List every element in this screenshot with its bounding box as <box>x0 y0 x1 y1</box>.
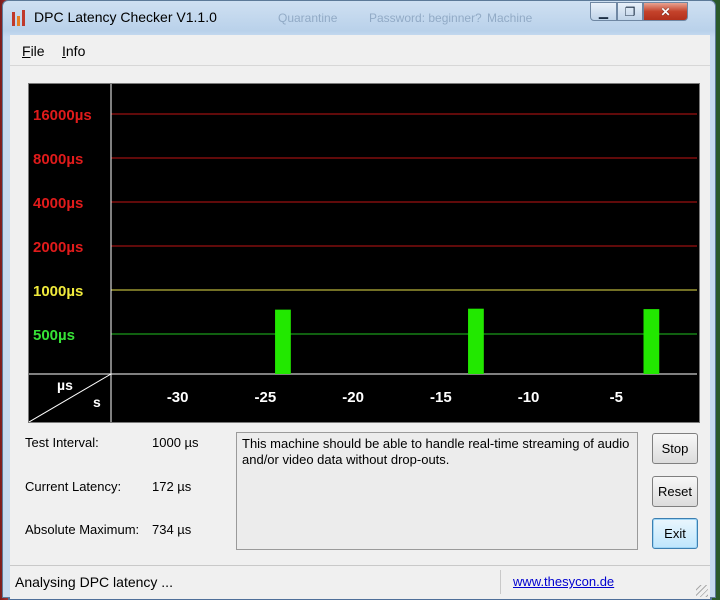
x-tick-label: -5 <box>610 389 623 406</box>
title-bar[interactable]: DPC Latency Checker V1.1.0 Quarantine Pa… <box>3 1 715 33</box>
x-tick-label: -10 <box>518 389 540 406</box>
latency-bar <box>643 309 660 374</box>
status-text: Analysing DPC latency ... <box>15 574 173 590</box>
y-tick-label: 2000µs <box>33 239 83 256</box>
app-window: DPC Latency Checker V1.1.0 Quarantine Pa… <box>2 0 716 599</box>
exit-button[interactable]: Exit <box>652 518 698 549</box>
x-unit-label: s <box>93 394 101 410</box>
latency-bar <box>275 309 291 374</box>
status-bar: Analysing DPC latency ... www.thesycon.d… <box>10 565 710 599</box>
minimize-button[interactable]: ▁ <box>590 2 617 21</box>
latency-chart-svg: 16000µs 8000µs 4000µs 2000µs 1000µs 500µs µs s -… <box>29 84 697 422</box>
y-tick-label: 1000µs <box>33 283 83 300</box>
maximize-icon: ❐ <box>624 4 636 19</box>
resize-grip[interactable] <box>696 585 708 597</box>
background-window-title: Machine <box>487 11 533 25</box>
background-window-title: Password: beginner? <box>369 11 482 25</box>
background-window-title: Quarantine <box>278 11 338 25</box>
test-interval-value: 1000 µs <box>152 435 199 450</box>
menu-bar: File Info <box>10 35 710 66</box>
window-title: DPC Latency Checker V1.1.0 <box>34 9 217 25</box>
bar-chart-app-icon <box>11 10 27 26</box>
current-latency-label: Current Latency: <box>25 479 122 494</box>
x-tick-label: -25 <box>255 389 277 406</box>
client-area: File Info 16000µs 8000µs 4000µs 2000µs 1000µ… <box>10 35 710 599</box>
maximize-button[interactable]: ❐ <box>617 2 643 21</box>
website-link[interactable]: www.thesycon.de <box>513 574 614 589</box>
close-button[interactable]: ✕ <box>643 2 688 21</box>
reset-button[interactable]: Reset <box>652 476 698 507</box>
close-icon: ✕ <box>660 4 671 19</box>
test-interval-label: Test Interval: <box>25 435 99 450</box>
y-tick-label: 16000µs <box>33 107 92 124</box>
y-unit-label: µs <box>57 377 73 393</box>
absolute-maximum-value: 734 µs <box>152 522 192 537</box>
status-divider <box>500 570 501 594</box>
latency-graph: 16000µs 8000µs 4000µs 2000µs 1000µs 500µs µs s -… <box>28 83 700 423</box>
x-tick-label: -15 <box>430 389 452 406</box>
absolute-maximum-label: Absolute Maximum: <box>25 522 140 537</box>
latency-bar <box>468 308 484 374</box>
y-tick-label: 8000µs <box>33 151 83 168</box>
menu-file[interactable]: File <box>22 43 45 59</box>
menu-info[interactable]: Info <box>62 43 85 59</box>
y-tick-label: 500µs <box>33 327 75 344</box>
x-tick-label: -20 <box>342 389 364 406</box>
y-tick-label: 4000µs <box>33 195 83 212</box>
result-message: This machine should be able to handle re… <box>236 432 638 550</box>
x-tick-label: -30 <box>167 389 189 406</box>
current-latency-value: 172 µs <box>152 479 192 494</box>
stop-button[interactable]: Stop <box>652 433 698 464</box>
minimize-icon: ▁ <box>598 4 609 19</box>
